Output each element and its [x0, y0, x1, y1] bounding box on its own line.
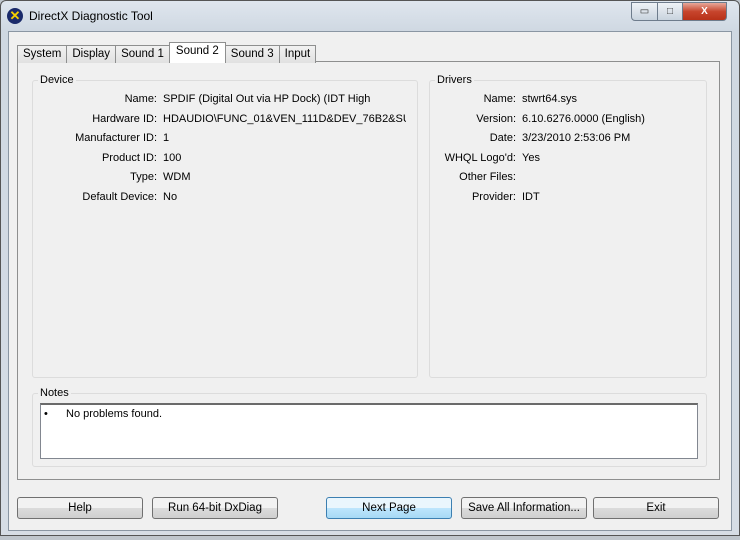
- device-label: Name:: [124, 93, 157, 105]
- run-64bit-dxdiag-button[interactable]: Run 64-bit DxDiag: [152, 497, 278, 519]
- minimize-button[interactable]: ▭: [631, 2, 658, 21]
- device-value: HDAUDIO\FUNC_01&VEN_111D&DEV_76B2&SUBS': [163, 112, 406, 125]
- device-group: Device: [32, 74, 418, 378]
- device-label: Type:: [130, 171, 157, 184]
- device-value: 100: [163, 151, 182, 164]
- notes-group-title: Notes: [38, 387, 71, 399]
- tab-sound-3[interactable]: Sound 3: [224, 45, 280, 63]
- tab-display[interactable]: Display: [66, 45, 117, 63]
- next-page-button[interactable]: Next Page: [326, 497, 452, 519]
- drivers-value: 3/23/2010 2:53:06 PM: [522, 132, 631, 145]
- help-button[interactable]: Help: [17, 497, 143, 519]
- exit-button[interactable]: Exit: [593, 497, 719, 519]
- drivers-label: Date:: [489, 132, 516, 145]
- device-label: Hardware ID:: [92, 112, 157, 125]
- device-value: SPDIF (Digital Out via HP Dock) (IDT Hig…: [163, 93, 371, 105]
- device-group-title: Device: [38, 74, 76, 86]
- save-all-information-button[interactable]: Save All Information...: [461, 497, 587, 519]
- device-label: Manufacturer ID:: [75, 132, 157, 145]
- drivers-value: stwrt64.sys: [522, 93, 578, 105]
- note-item: No problems found.: [66, 408, 162, 420]
- directx-app-icon: ✕: [7, 8, 23, 24]
- device-value: WDM: [163, 171, 191, 184]
- close-button[interactable]: X: [682, 2, 727, 21]
- drivers-value: Yes: [522, 151, 540, 164]
- drivers-group: Drivers: [429, 74, 707, 378]
- drivers-group-title: Drivers: [435, 74, 474, 86]
- drivers-value: 6.10.6276.0000 (English): [522, 112, 645, 125]
- device-label: Default Device:: [82, 191, 157, 203]
- drivers-label: Provider:: [471, 191, 516, 203]
- drivers-label: Name:: [483, 93, 516, 105]
- tab-sound-1[interactable]: Sound 1: [115, 45, 170, 63]
- window-title: DirectX Diagnostic Tool: [29, 9, 153, 23]
- bullet-icon: •: [44, 408, 48, 420]
- device-label: Product ID:: [101, 151, 157, 164]
- drivers-label: Version:: [476, 112, 516, 125]
- maximize-button[interactable]: □: [657, 2, 683, 21]
- device-value: 1: [163, 132, 170, 145]
- tab-sound-2[interactable]: Sound 2: [168, 42, 226, 63]
- notes-textbox[interactable]: • No problems found.: [40, 403, 698, 459]
- device-value: No: [163, 191, 178, 203]
- tab-bar: System Display Sound 1 Sound 2 Sound 3 I…: [17, 42, 317, 63]
- drivers-label: Other Files:: [459, 171, 516, 184]
- tab-input[interactable]: Input: [278, 45, 317, 63]
- drivers-label: WHQL Logo'd:: [444, 151, 516, 164]
- drivers-value: IDT: [522, 191, 540, 203]
- tab-system[interactable]: System: [17, 45, 68, 63]
